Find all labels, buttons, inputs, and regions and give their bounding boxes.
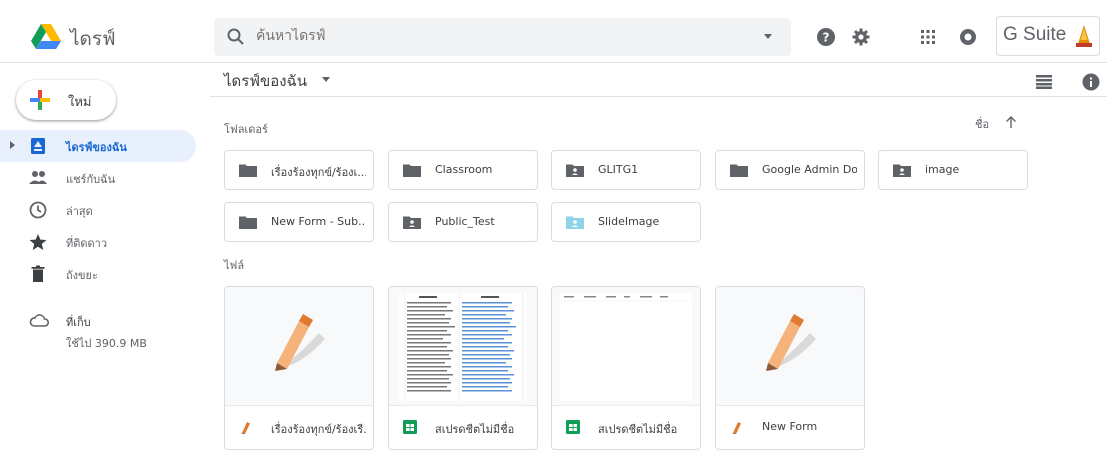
folder-item[interactable]: GLITG1 bbox=[551, 150, 701, 190]
folder-name: เรื่องร้องทุกข์/ร้องเ... bbox=[271, 166, 366, 179]
folder-item[interactable]: Public_Test bbox=[388, 202, 538, 242]
folder-item[interactable]: เรื่องร้องทุกข์/ร้องเ... bbox=[224, 150, 374, 190]
sidebar-item-label: แชร์กับฉัน bbox=[66, 173, 116, 186]
drive-logo-icon[interactable] bbox=[30, 23, 62, 51]
gsuite-label: G Suite bbox=[1003, 24, 1067, 45]
folder-name: GLITG1 bbox=[598, 163, 639, 176]
storage-label: ที่เก็บ bbox=[66, 316, 91, 329]
sort-label[interactable]: ชื่อ bbox=[975, 115, 989, 133]
main-content: ไดรฟ์ของฉัน โฟลเดอร์ ชื่อ เรื่องร้องทุกข… bbox=[210, 63, 1107, 450]
sidebar: ใหม่ ไดรฟ์ของฉัน แชร์กับฉัน ล่าสุด ที่ติ… bbox=[0, 63, 210, 448]
spreadsheet-thumbnail-icon bbox=[560, 293, 692, 401]
folder-icon bbox=[730, 164, 748, 177]
shared-folder-icon bbox=[403, 216, 421, 229]
divider bbox=[210, 96, 1107, 97]
sidebar-item-label: ไดรฟ์ของฉัน bbox=[66, 141, 127, 154]
sidebar-item-recent[interactable]: ล่าสุด bbox=[0, 194, 196, 226]
form-pencil-thumbnail-icon bbox=[275, 314, 325, 371]
sidebar-item-shared-with-me[interactable]: แชร์กับฉัน bbox=[0, 162, 196, 194]
folder-name: New Form - Sub... bbox=[271, 215, 366, 228]
folder-icon bbox=[239, 164, 257, 177]
file-card[interactable]: สเปรดชีตไม่มีชื่อ bbox=[388, 286, 538, 450]
expand-caret-icon[interactable] bbox=[10, 141, 15, 149]
list-view-icon[interactable] bbox=[1036, 75, 1052, 89]
star-icon bbox=[29, 234, 47, 250]
file-card[interactable]: สเปรดชีตไม่มีชื่อ bbox=[551, 286, 701, 450]
gsuite-account-badge[interactable]: G Suite bbox=[996, 16, 1100, 56]
search-icon[interactable] bbox=[226, 27, 246, 47]
folder-name: SlideImage bbox=[598, 215, 660, 228]
notifications-icon[interactable] bbox=[958, 27, 978, 47]
settings-gear-icon[interactable] bbox=[851, 27, 871, 47]
files-heading: ไฟล์ bbox=[224, 259, 245, 272]
new-button-label: ใหม่ bbox=[68, 95, 92, 110]
search-bar[interactable] bbox=[214, 18, 791, 56]
apps-grid-icon[interactable] bbox=[918, 27, 938, 47]
sidebar-item-storage[interactable]: ที่เก็บ ใช้ไป 390.9 MB bbox=[0, 307, 196, 357]
folder-icon bbox=[239, 216, 257, 229]
sheets-file-icon bbox=[403, 420, 417, 434]
file-thumbnail bbox=[552, 287, 700, 406]
file-thumbnail bbox=[716, 287, 864, 406]
folder-item[interactable]: image bbox=[878, 150, 1028, 190]
form-pencil-thumbnail-icon bbox=[766, 314, 816, 371]
sheets-file-icon bbox=[566, 420, 580, 434]
file-thumbnail bbox=[225, 287, 373, 406]
sidebar-item-my-drive[interactable]: ไดรฟ์ของฉัน bbox=[0, 130, 196, 162]
breadcrumb[interactable]: ไดรฟ์ของฉัน bbox=[224, 69, 307, 93]
organization-seal-icon bbox=[1076, 25, 1092, 47]
file-name: เรื่องร้องทุกข์/ร้องเรี... bbox=[271, 423, 366, 436]
search-options-dropdown-icon[interactable] bbox=[764, 34, 772, 39]
folder-name: Classroom bbox=[435, 163, 493, 176]
folder-item[interactable]: New Form - Sub... bbox=[224, 202, 374, 242]
folder-name: Google Admin Do... bbox=[762, 163, 857, 176]
file-name: สเปรดชีตไม่มีชื่อ bbox=[435, 423, 515, 436]
search-input[interactable] bbox=[256, 28, 736, 44]
folder-icon bbox=[403, 164, 421, 177]
folder-item[interactable]: Classroom bbox=[388, 150, 538, 190]
spreadsheet-thumbnail-icon bbox=[399, 293, 527, 401]
info-icon[interactable] bbox=[1082, 73, 1100, 91]
folder-name: image bbox=[925, 163, 960, 176]
sidebar-item-label: ถังขยะ bbox=[66, 269, 98, 282]
folders-heading: โฟลเดอร์ bbox=[224, 123, 268, 136]
storage-used: ใช้ไป 390.9 MB bbox=[66, 337, 147, 350]
shared-folder-icon bbox=[566, 216, 584, 229]
file-name: สเปรดชีตไม่มีชื่อ bbox=[598, 423, 678, 436]
file-card[interactable]: เรื่องร้องทุกข์/ร้องเรี... bbox=[224, 286, 374, 450]
sort-direction-arrow-icon[interactable] bbox=[1004, 115, 1018, 129]
form-file-icon bbox=[241, 422, 250, 434]
shared-folder-icon bbox=[566, 164, 584, 177]
help-icon[interactable]: ? bbox=[816, 27, 836, 47]
svg-text:?: ? bbox=[823, 31, 830, 45]
trash-icon bbox=[31, 265, 45, 282]
my-drive-icon bbox=[31, 138, 45, 154]
folder-name: Public_Test bbox=[435, 215, 495, 228]
file-card[interactable]: New Form bbox=[715, 286, 865, 450]
header: ไดรฟ์ ? G Suite bbox=[0, 12, 1107, 63]
breadcrumb-dropdown-icon[interactable] bbox=[322, 77, 330, 82]
clock-icon bbox=[29, 201, 47, 219]
folder-item[interactable]: SlideImage bbox=[551, 202, 701, 242]
sidebar-item-trash[interactable]: ถังขยะ bbox=[0, 258, 196, 290]
shared-people-icon bbox=[29, 171, 47, 184]
file-thumbnail bbox=[389, 287, 537, 406]
form-file-icon bbox=[732, 422, 741, 434]
shared-folder-icon bbox=[893, 164, 911, 177]
sidebar-item-starred[interactable]: ที่ติดดาว bbox=[0, 226, 196, 258]
sidebar-item-label: ล่าสุด bbox=[66, 205, 93, 218]
sidebar-item-label: ที่ติดดาว bbox=[66, 237, 108, 250]
cloud-icon bbox=[29, 314, 50, 327]
file-name: New Form bbox=[762, 420, 818, 433]
app-title[interactable]: ไดรฟ์ bbox=[70, 24, 116, 54]
new-button[interactable]: ใหม่ bbox=[16, 80, 116, 120]
plus-icon bbox=[30, 90, 50, 110]
folder-item[interactable]: Google Admin Do... bbox=[715, 150, 865, 190]
